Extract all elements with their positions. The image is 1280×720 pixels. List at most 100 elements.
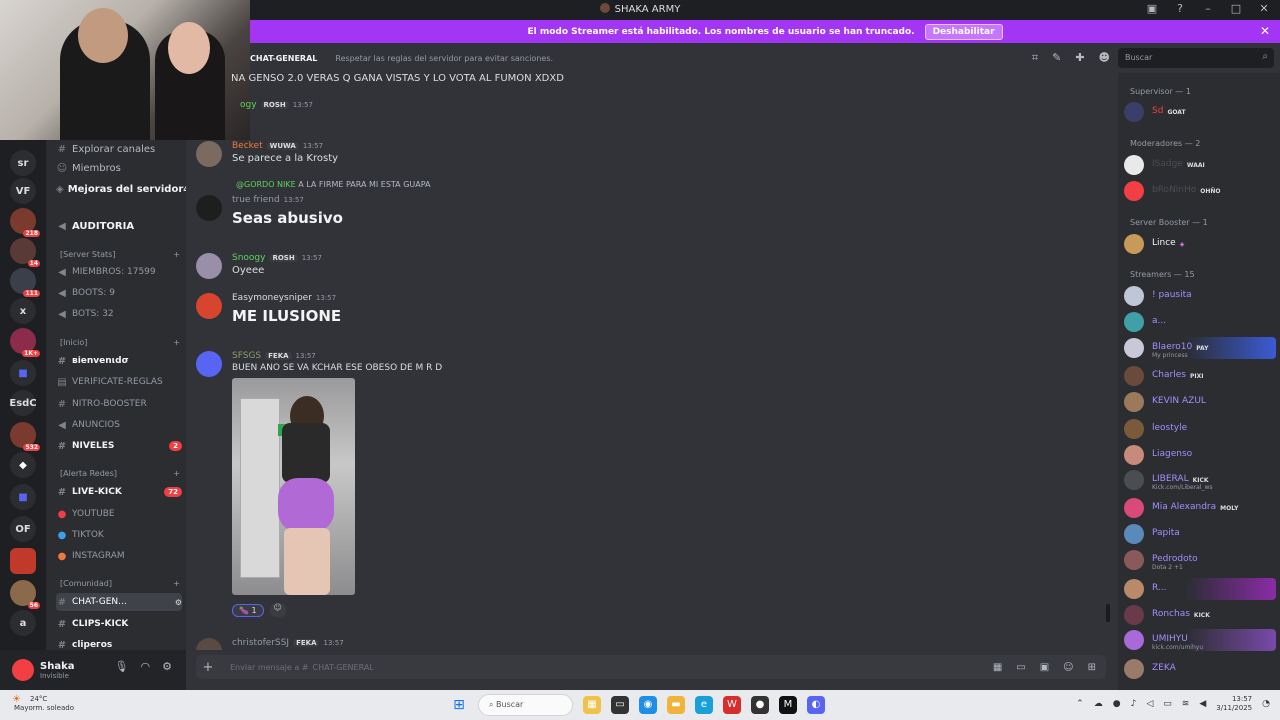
- channel-miembros[interactable]: ◀ MIEMBROS: 17599: [56, 263, 182, 281]
- add-channel-icon[interactable]: +: [173, 338, 180, 347]
- author-name[interactable]: Snoogy: [232, 253, 265, 263]
- member-item[interactable]: ISadge WAAI: [1124, 154, 1276, 176]
- server-icon[interactable]: 111: [10, 268, 40, 297]
- gif-icon[interactable]: ▭: [1016, 662, 1025, 673]
- add-reaction-icon[interactable]: ☺: [269, 603, 286, 617]
- minimize-icon[interactable]: –: [1200, 2, 1216, 15]
- server-icon[interactable]: [10, 548, 36, 574]
- search-input[interactable]: Buscar ⌕: [1118, 48, 1274, 68]
- apps-icon[interactable]: ⊞: [1088, 662, 1096, 673]
- add-channel-icon[interactable]: +: [173, 250, 180, 259]
- display-icon[interactable]: ▭: [1163, 699, 1172, 709]
- member-item[interactable]: ! pausita: [1124, 285, 1276, 307]
- sticker-icon[interactable]: ▣: [1040, 662, 1049, 673]
- cloud-icon[interactable]: ☁: [1094, 699, 1103, 709]
- wifi-icon[interactable]: ≋: [1182, 699, 1190, 709]
- server-boosts-link[interactable]: ◈Mejoras del servidor4: [56, 180, 186, 198]
- app-tray-icon[interactable]: ●: [1113, 699, 1121, 709]
- inbox-icon[interactable]: ▣: [1144, 2, 1160, 15]
- app-icon[interactable]: ●: [751, 696, 769, 714]
- avatar[interactable]: [196, 253, 222, 279]
- server-icon[interactable]: 56: [10, 580, 40, 609]
- member-item[interactable]: Ronchas KICK: [1124, 604, 1276, 626]
- app-icon[interactable]: W: [723, 696, 741, 714]
- channel-reglas[interactable]: ▤ VERIFICATE-REGLAS: [56, 373, 182, 391]
- server-icon[interactable]: x: [10, 298, 36, 324]
- copilot-icon[interactable]: ◉: [639, 696, 657, 714]
- notification-icon[interactable]: ◔: [1262, 699, 1270, 709]
- pin-icon[interactable]: ✚: [1075, 51, 1084, 65]
- server-icon[interactable]: 14: [10, 238, 40, 267]
- headphones-icon[interactable]: ◠: [141, 660, 151, 673]
- avatar[interactable]: [196, 141, 222, 167]
- member-item[interactable]: Sd GOAT: [1124, 101, 1276, 123]
- channel-boots[interactable]: ◀ BOOTS: 9: [56, 284, 182, 302]
- channel-chat-general[interactable]: # CHAT-GEN... ⚙: [56, 593, 182, 611]
- member-item[interactable]: a...: [1124, 311, 1276, 333]
- server-icon[interactable]: a: [10, 610, 36, 636]
- avatar[interactable]: [196, 638, 222, 650]
- folder-icon[interactable]: ■: [10, 484, 36, 510]
- avatar[interactable]: [12, 659, 34, 681]
- server-icon[interactable]: VF: [10, 178, 36, 204]
- task-view-icon[interactable]: ▭: [611, 696, 629, 714]
- member-item[interactable]: UMIHYU kick.com/umihyu: [1124, 629, 1276, 651]
- channel-anuncios[interactable]: ◀ ANUNCIOS: [56, 416, 182, 434]
- server-icon[interactable]: sr: [10, 150, 36, 176]
- channel-clipers[interactable]: # clipeгos: [56, 636, 182, 651]
- members-link[interactable]: ☺ Miembros: [56, 159, 182, 177]
- server-icon[interactable]: 1K+: [10, 328, 40, 357]
- channel-tiktok[interactable]: ● TIKTOK: [56, 526, 182, 544]
- channel-niveles[interactable]: # NIVELES 2: [56, 437, 182, 455]
- widgets-icon[interactable]: ▦: [583, 696, 601, 714]
- member-item[interactable]: KEVIN AZUL: [1124, 391, 1276, 413]
- add-channel-icon[interactable]: +: [173, 469, 180, 478]
- close-icon[interactable]: ✕: [1260, 24, 1270, 38]
- channel-auditoria[interactable]: ◀ AUDITORIA: [56, 217, 182, 235]
- channel-instagram[interactable]: ● INSTAGRAM: [56, 547, 182, 565]
- chevron-up-icon[interactable]: ⌃: [1076, 699, 1084, 709]
- folder-icon[interactable]: ■: [10, 360, 36, 386]
- add-channel-icon[interactable]: +: [173, 579, 180, 588]
- channel-bots[interactable]: ◀ BOTS: 32: [56, 305, 182, 323]
- member-item[interactable]: Papita: [1124, 523, 1276, 545]
- author-name[interactable]: christoferSSJ: [232, 638, 289, 648]
- channel-bienvenido[interactable]: # віenvenιdσ: [56, 352, 182, 370]
- category-server-stats[interactable]: [Server Stats] +: [60, 250, 180, 259]
- server-icon[interactable]: 218: [10, 208, 40, 237]
- member-item[interactable]: Blaero10 PAY My princess: [1124, 337, 1276, 359]
- threads-icon[interactable]: ⌗: [1032, 51, 1038, 65]
- discord-avatar-icon[interactable]: [196, 351, 222, 377]
- volume-icon[interactable]: ◁: [1146, 699, 1153, 709]
- file-explorer-icon[interactable]: ▬: [667, 696, 685, 714]
- gear-icon[interactable]: ⚙: [162, 660, 172, 673]
- message-input[interactable]: + Enviar mensaje a # CHAT-GENERAL ▦ ▭ ▣ …: [196, 655, 1106, 679]
- member-item[interactable]: R...: [1124, 578, 1276, 600]
- member-item[interactable]: bRoNinHo OHÑO: [1124, 180, 1276, 202]
- category-comunidad[interactable]: [Comunidad] +: [60, 579, 180, 588]
- avatar[interactable]: [196, 195, 222, 221]
- server-icon[interactable]: OF: [10, 516, 36, 542]
- channel-clips-kick[interactable]: # CLIPS-KICK: [56, 615, 182, 633]
- app-icon[interactable]: M: [779, 696, 797, 714]
- member-item[interactable]: Charles PIXI: [1124, 365, 1276, 387]
- member-item[interactable]: Pedrodoto Dota 2 +1: [1124, 549, 1276, 571]
- category-alerta-redes[interactable]: [Alerta Redes] +: [60, 469, 180, 478]
- member-item[interactable]: leostyle: [1124, 418, 1276, 440]
- member-item[interactable]: Liagenso: [1124, 444, 1276, 466]
- member-item[interactable]: Mia Alexandra MOLY: [1124, 497, 1276, 519]
- speaker-icon[interactable]: ◀: [1199, 699, 1206, 709]
- channel-youtube[interactable]: ● YOUTUBE: [56, 505, 182, 523]
- member-item[interactable]: ZEKA: [1124, 658, 1276, 680]
- attachment-image[interactable]: [232, 378, 355, 595]
- edge-icon[interactable]: e: [695, 696, 713, 714]
- windows-start-icon[interactable]: ⊞: [450, 696, 468, 714]
- reaction[interactable]: 🍆 1: [232, 603, 264, 617]
- author-name[interactable]: true friend: [232, 195, 280, 205]
- server-icon[interactable]: EsdC: [9, 390, 37, 416]
- disable-streamer-button[interactable]: Deshabilitar: [924, 23, 1003, 40]
- avatar[interactable]: [196, 293, 222, 319]
- taskbar-search[interactable]: ⌕ Buscar: [478, 694, 573, 716]
- help-icon[interactable]: ?: [1172, 2, 1188, 15]
- settings-icon[interactable]: ⚙: [175, 598, 182, 607]
